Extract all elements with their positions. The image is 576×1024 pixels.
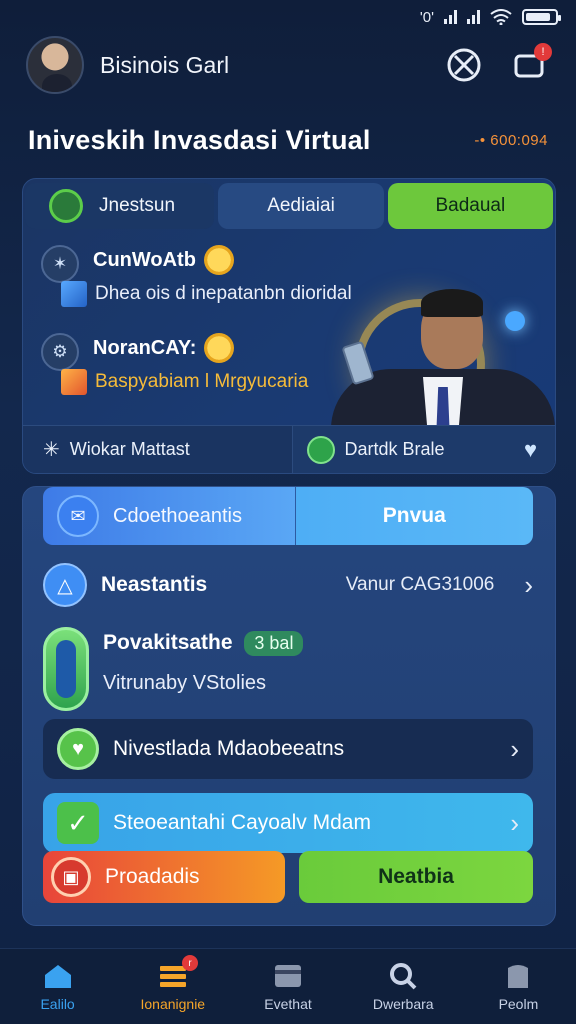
bottom-action-row: ▣ Proadadis Neatbia [43, 851, 533, 903]
primary-action-button[interactable]: ✉ Cdoethoeantis [43, 487, 295, 545]
market-link[interactable]: ✳ Wiokar Mattast [23, 426, 292, 473]
feature-item-2[interactable]: ⚙ NoranCAY: Baspyabiam l Mrgyucaria [41, 333, 308, 395]
products-label: Proadadis [105, 865, 200, 888]
bar-label: Nivestlada Mdaobeeatns [113, 737, 345, 760]
tab-label: Aediaiai [267, 195, 335, 216]
list-item-neastantis[interactable]: △ Neastantis Vanur CAG31006 › [43, 563, 533, 607]
heart-shield-icon: ♥ [57, 728, 99, 770]
product-icon: ▣ [51, 857, 91, 897]
nav-profile[interactable]: Peolm [461, 949, 576, 1024]
next-label: Neatbia [378, 865, 454, 888]
signal-icon [444, 10, 457, 24]
tab-bar: Jnestsun Aediaiai Badaual [25, 183, 553, 229]
bar-label: Steoeantahi Cayoalv Mdam [113, 811, 371, 834]
chevron-right-icon: › [510, 807, 519, 838]
nav-search[interactable]: Dwerbara [346, 949, 461, 1024]
feature-item-1[interactable]: ✶ CunWoAtb Dhea ois d inepatanbn diorida… [41, 245, 352, 307]
actions-card: ✉ Cdoethoeantis Pnvua △ Neastantis Vanur… [22, 486, 556, 926]
list-item-povakitsathe[interactable]: Povakitsathe 3 bal Vitrunaby VStolies [43, 627, 533, 711]
nav-menu[interactable]: r Ionanignie [115, 949, 230, 1024]
chat-bubble-icon: ✉ [57, 495, 99, 537]
person-hair [421, 289, 483, 317]
feature-title: CunWoAtb [93, 248, 196, 271]
products-button[interactable]: ▣ Proadadis [43, 851, 285, 903]
checkmark-icon: ✓ [57, 802, 99, 844]
nav-label: Dwerbara [372, 995, 434, 1012]
card-icon [272, 962, 304, 990]
secondary-action-label: Pnvua [382, 504, 446, 527]
tab-aediaiai[interactable]: Aediaiai [218, 183, 384, 229]
feature-subtitle: Dhea ois d inepatanbn dioridal [95, 283, 352, 304]
next-button[interactable]: Neatbia [299, 851, 533, 903]
feature-title: NoranCAY: [93, 336, 197, 359]
notification-badge: ! [534, 43, 552, 61]
chevron-right-icon: › [524, 569, 533, 600]
page-title: Iniveskih Invasdasi Virtual [28, 124, 371, 155]
cube-icon [61, 369, 87, 395]
title-row: Iniveskih Invasdasi Virtual -• 600:094 [0, 118, 576, 162]
heart-icon[interactable]: ♥ [524, 437, 537, 463]
cloud-icon: △ [43, 563, 87, 607]
tab-jnestsun[interactable]: Jnestsun [25, 183, 215, 229]
trade-link[interactable]: Dartdk Brale ♥ [291, 426, 555, 473]
market-label: Wiokar Mattast [69, 439, 190, 459]
list-item-nivestlada[interactable]: ♥ Nivestlada Mdaobeeatns › [43, 719, 533, 779]
gear-icon: ⚙ [41, 333, 79, 371]
nav-label: Evethat [264, 995, 312, 1012]
investment-card: Jnestsun Aediaiai Badaual ✶ CunWoAtb Dhe… [22, 178, 556, 474]
battery-icon [522, 9, 561, 25]
nav-events[interactable]: Evethat [230, 949, 345, 1024]
list-value: Vanur CAG31006 [345, 574, 495, 595]
nav-label: Peolm [498, 995, 539, 1012]
nav-label: Ealilo [40, 995, 75, 1012]
primary-action-row: ✉ Cdoethoeantis Pnvua [43, 487, 533, 545]
tab-badaual[interactable]: Badaual [387, 183, 553, 229]
trade-label: Dartdk Brale [344, 439, 445, 459]
chevron-right-icon: › [510, 733, 519, 764]
coin-icon [203, 245, 234, 275]
nav-badge: r [182, 955, 199, 971]
list-subtitle: Vitrunaby VStolies [103, 672, 267, 694]
count-badge: 3 bal [244, 631, 304, 656]
search-icon [387, 962, 419, 990]
card-footer: ✳ Wiokar Mattast Dartdk Brale ♥ [23, 425, 555, 473]
profile-icon [502, 962, 534, 990]
list-item-steoeantahi[interactable]: ✓ Steoeantahi Cayoalv Mdam › [43, 793, 533, 853]
cube-icon [61, 281, 87, 307]
close-icon [447, 48, 481, 82]
notification-button[interactable]: ! [510, 43, 552, 85]
coin-icon [204, 333, 235, 363]
primary-action-label: Cdoethoeantis [113, 504, 242, 527]
wifi-icon [490, 9, 512, 25]
battery-level [526, 13, 550, 21]
close-button[interactable] [444, 45, 484, 85]
secondary-action-button[interactable]: Pnvua [294, 487, 533, 545]
signal-icon-2 [467, 10, 480, 24]
tab-label: Badaual [435, 195, 506, 216]
list-label: Povakitsathe [103, 631, 233, 654]
palm-icon: ✶ [41, 245, 79, 283]
user-name: Bisinois Garl [100, 51, 230, 78]
app-header: Bisinois Garl ! [0, 28, 576, 102]
title-value: -• 600:094 [474, 131, 548, 149]
asterisk-icon: ✳ [43, 439, 60, 461]
spark-icon [505, 311, 525, 331]
list-label: Neastantis [101, 573, 208, 596]
network-indicator: '0' [419, 8, 434, 26]
home-icon [42, 962, 74, 990]
bottom-nav: Ealilo r Ionanignie Evethat Dwerbara Peo… [0, 948, 576, 1024]
feature-subtitle: Baspyabiam l Mrgyucaria [95, 371, 309, 392]
capsule-icon [43, 627, 89, 711]
chat-icon [49, 189, 83, 223]
tab-label: Jnestsun [99, 195, 176, 216]
nav-home[interactable]: Ealilo [0, 949, 115, 1024]
business-person-illustration [329, 229, 555, 473]
alien-icon [306, 435, 335, 464]
nav-label: Ionanignie [140, 995, 206, 1012]
avatar[interactable] [26, 36, 84, 94]
